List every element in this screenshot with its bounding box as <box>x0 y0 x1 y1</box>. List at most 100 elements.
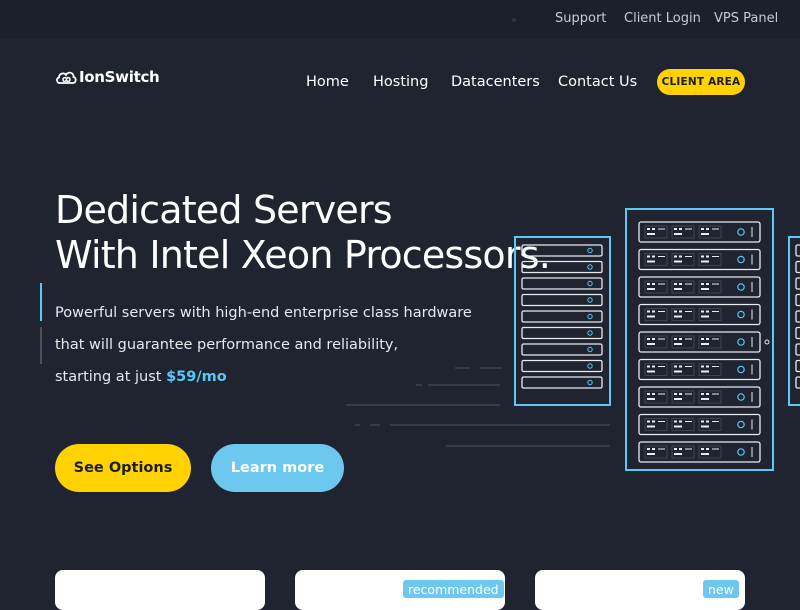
drive-light <box>647 315 655 318</box>
drive-light <box>674 288 682 290</box>
drive-light <box>701 260 709 263</box>
drive-light <box>652 310 655 313</box>
drive-light <box>674 420 677 423</box>
server-unit <box>521 326 603 340</box>
server-led <box>587 313 593 320</box>
drive-light <box>647 260 655 263</box>
drive-light <box>647 283 650 285</box>
drive-light <box>647 393 650 395</box>
drive-light <box>706 338 709 340</box>
drive-light <box>674 365 677 368</box>
drive-light <box>674 228 677 230</box>
drive-bay <box>698 308 722 321</box>
server-unit <box>795 326 800 340</box>
drive-light <box>647 228 650 230</box>
drive-bay <box>698 390 722 404</box>
drive-light <box>701 233 709 235</box>
server-unit <box>795 376 800 389</box>
drive-light <box>647 288 655 290</box>
drive-light <box>652 393 655 395</box>
server-rack-small <box>514 236 611 406</box>
drive-light <box>652 365 655 368</box>
drive-light <box>674 453 682 455</box>
drive-light <box>701 315 709 318</box>
drive-light <box>674 315 682 318</box>
server-unit <box>795 260 800 274</box>
drive-light <box>701 255 704 258</box>
drive-light <box>679 338 682 340</box>
rack-lock <box>764 339 770 345</box>
drive-bay <box>644 308 668 321</box>
server-unit <box>521 359 603 373</box>
drive-light <box>674 255 677 258</box>
server-rack-illustration <box>346 208 800 471</box>
drive-light <box>679 255 682 258</box>
drive-light <box>647 310 650 313</box>
server-led <box>587 280 593 287</box>
server-power-icon <box>737 283 745 291</box>
drive-light <box>674 283 677 285</box>
drive-light <box>647 453 655 455</box>
drive-bay <box>671 308 695 321</box>
drive-bay <box>671 390 695 404</box>
drive-bay <box>671 280 695 294</box>
server-rack-edge <box>788 236 800 406</box>
drive-light <box>674 425 682 428</box>
drive-bay <box>671 445 695 459</box>
drive-bay <box>671 418 695 431</box>
drive-bay <box>644 390 668 404</box>
drive-light <box>679 228 682 230</box>
server-unit <box>521 244 603 257</box>
drive-light <box>701 310 704 313</box>
drive-light <box>674 370 682 373</box>
drive-light <box>701 343 709 345</box>
drive-light <box>647 420 650 423</box>
server-unit <box>521 310 603 323</box>
drive-bay <box>644 280 668 294</box>
drive-light <box>706 283 709 285</box>
drive-bay <box>644 253 668 266</box>
drive-light <box>701 398 709 400</box>
pricing-card-1[interactable] <box>55 570 265 610</box>
drive-bay <box>698 335 722 349</box>
server-power-icon <box>737 338 745 346</box>
drive-light <box>674 310 677 313</box>
server-unit <box>795 277 800 290</box>
drive-light <box>647 370 655 373</box>
drive-bay <box>698 445 722 459</box>
drive-light <box>706 365 709 368</box>
drive-light <box>701 448 704 450</box>
drive-bay <box>671 363 695 376</box>
server-unit <box>521 260 603 274</box>
drive-light <box>679 420 682 423</box>
drive-bay <box>698 363 722 376</box>
server-unit <box>521 376 603 389</box>
server-unit <box>795 244 800 257</box>
drive-light <box>647 255 650 258</box>
drive-light <box>674 393 677 395</box>
drive-light <box>706 448 709 450</box>
rack-frame <box>788 236 800 406</box>
server-led <box>587 264 593 270</box>
server-unit <box>795 310 800 323</box>
server-power-icon <box>737 228 745 236</box>
drive-light <box>647 338 650 340</box>
drive-bay <box>671 335 695 349</box>
drive-bay <box>671 253 695 266</box>
drive-light <box>701 228 704 230</box>
drive-light <box>706 310 709 313</box>
drive-bay <box>644 363 668 376</box>
drive-light <box>674 398 682 400</box>
drive-light <box>652 283 655 285</box>
speed-lines <box>346 367 610 447</box>
drive-bay <box>698 280 722 294</box>
server-unit <box>521 343 603 356</box>
drive-bay <box>644 335 668 349</box>
drive-light <box>647 233 655 235</box>
server-unit <box>521 293 603 307</box>
server-unit <box>795 359 800 373</box>
server-led <box>587 247 593 254</box>
new-badge: new <box>703 580 739 598</box>
drive-light <box>674 343 682 345</box>
server-led <box>587 297 593 303</box>
